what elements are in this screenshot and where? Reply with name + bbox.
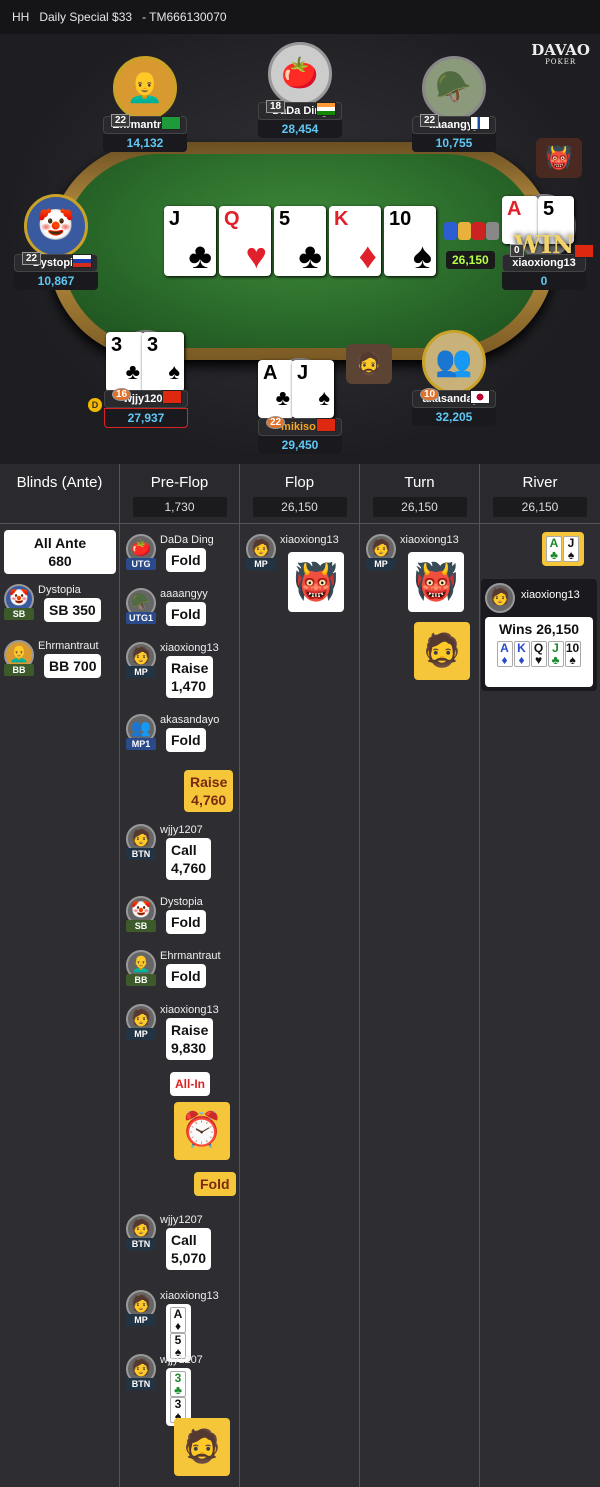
emote-fire-monster-icon: 👹 <box>536 138 582 178</box>
hole-card: J ♠ <box>292 360 334 418</box>
board-card: J ♣ <box>164 206 216 276</box>
column-flop: Flop 26,150 🧑 MP xiaoxiong13 👹 <box>240 464 360 1487</box>
hole-card: A ♣ <box>258 360 294 418</box>
pot-amount: 26,150 <box>446 251 495 269</box>
column-blinds: Blinds (Ante) All Ante 680 🤡 SB Dystopia S… <box>0 464 120 1487</box>
emote-fire-monster-icon: 👹 <box>288 552 344 612</box>
level-badge: 10 <box>420 388 440 401</box>
column-preflop: Pre-Flop 1,730 🍅 UTG DaDa Ding Fold 🪖 UTG1 aaa… <box>120 464 240 1487</box>
china-flag-icon <box>162 390 182 404</box>
column-header: Pre-Flop 1,730 <box>120 464 239 524</box>
level-badge: 18 <box>266 100 286 113</box>
all-in-badge: All-In <box>170 1072 210 1096</box>
seat-akasandayo[interactable]: 👥 10 akasandayo 32,205 <box>412 330 496 426</box>
brazil-flag-icon <box>161 116 181 130</box>
tournament-name: Daily Special $33 <box>39 10 133 24</box>
chip-stack-icon <box>444 222 500 245</box>
india-flag-icon <box>316 102 336 116</box>
player-stack: 14,132 <box>103 134 187 152</box>
winner-box: 🧑 xiaoxiong13 Wins 26,150 A ♦K ♦Q ♥J ♣10 ♠ <box>481 579 597 691</box>
winner-name: xiaoxiong13 <box>521 589 580 601</box>
level-badge: 22 <box>22 252 42 265</box>
seat-dada-ding[interactable]: 🍅 18 DaDa Ding 28,454 <box>258 42 342 138</box>
emote-face-icon: 🧔 <box>346 344 392 384</box>
board-card: 5 ♣ <box>274 206 326 276</box>
japan-flag-icon <box>470 390 490 404</box>
board-card: K ♦ <box>329 206 381 276</box>
hand-history: Blinds (Ante) All Ante 680 🤡 SB Dystopia S… <box>0 464 600 1487</box>
tomato-monster-icon: 🍅 <box>281 57 319 90</box>
clown-icon: 🤡 <box>37 209 75 242</box>
column-turn: Turn 26,150 🧑 MP xiaoxiong13 👹 🧔 <box>360 464 480 1487</box>
player-avatar: 🪖 <box>422 56 486 120</box>
player-stack: 29,450 <box>258 436 342 454</box>
seat-dystopia[interactable]: 🤡 22 Dystopia 10,867 <box>14 194 98 290</box>
player-stack: 10,755 <box>412 134 496 152</box>
column-header: Blinds (Ante) <box>0 464 119 524</box>
hongkong-flag-icon <box>316 418 336 432</box>
river-board-cards: A ♣J ♠ <box>542 532 584 566</box>
level-badge: 0 <box>510 244 524 257</box>
ante-box: All Ante 680 <box>4 530 116 574</box>
player-stack: 28,454 <box>258 120 342 138</box>
column-header: Turn 26,150 <box>360 464 479 524</box>
winning-hand: Wins 26,150 A ♦K ♦Q ♥J ♣10 ♠ <box>485 617 593 687</box>
hero-fold-badge: Fold <box>194 1172 236 1196</box>
finland-flag-icon <box>470 116 490 130</box>
player-stack: 32,205 <box>412 408 496 426</box>
header-bar: HH Daily Special $33 - TM666130070 <box>0 0 600 34</box>
player-avatar: 👨‍🦲 <box>113 56 177 120</box>
russia-flag-icon <box>72 254 92 268</box>
column-header: Flop 26,150 <box>240 464 359 524</box>
level-badge: 22 <box>266 416 286 429</box>
alarm-clock-icon: ⏰ <box>174 1102 230 1160</box>
emote-face-icon: 🧔 <box>174 1418 230 1476</box>
bald-man-icon: 👨‍🦲 <box>126 71 164 104</box>
hole-card: 3 ♠ <box>142 332 184 392</box>
level-badge: 22 <box>111 114 131 127</box>
level-badge: 16 <box>112 388 132 401</box>
people-icon: 👥 <box>435 345 473 378</box>
player-stack: 27,937 <box>104 408 188 428</box>
player-avatar: 🤡 <box>24 194 88 258</box>
emote-fire-monster-icon: 👹 <box>408 552 464 612</box>
tournament-id: - TM666130070 <box>142 10 227 24</box>
hero-raise-badge: Raise 4,760 <box>184 770 234 812</box>
poker-table: DAVAO POKER 👨‍🦲 22 Ehrmantraut 14,132 🍅 1… <box>0 34 600 464</box>
level-badge: 22 <box>420 114 440 127</box>
emote-face-icon: 🧔 <box>414 622 470 680</box>
china-flag-icon <box>574 244 594 258</box>
player-avatar: 🍅 <box>268 42 332 106</box>
board-card: Q ♥ <box>219 206 271 276</box>
seat-aaaangyy[interactable]: 🪖 22 aaaangyy 10,755 <box>412 56 496 152</box>
player-avatar: 👥 <box>422 330 486 394</box>
dealer-button: D <box>88 398 102 412</box>
seat-ehrmantraut[interactable]: 👨‍🦲 22 Ehrmantraut 14,132 <box>103 56 187 152</box>
hole-card: 3 ♣ <box>106 332 144 392</box>
player-stack: 0 <box>502 272 586 290</box>
davao-logo: DAVAO POKER <box>531 41 590 67</box>
soldier-icon: 🪖 <box>435 71 473 104</box>
column-header: River 26,150 <box>480 464 600 524</box>
player-stack: 10,867 <box>14 272 98 290</box>
mode-label: HH <box>12 10 30 24</box>
board-card: 10 ♠ <box>384 206 436 276</box>
